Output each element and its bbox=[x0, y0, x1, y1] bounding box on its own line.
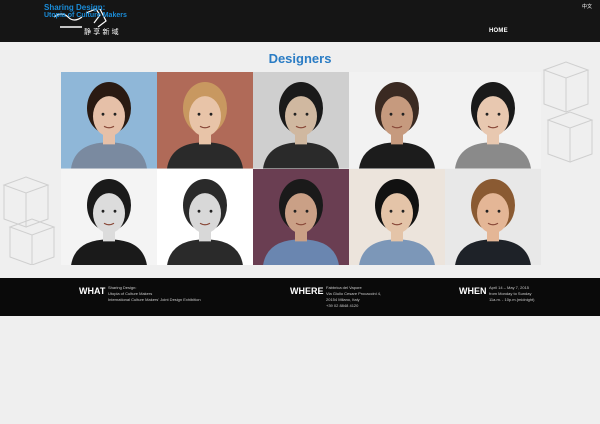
footer-where-text: Fabbrica del Vapore Via Giulio Cesare Pr… bbox=[326, 285, 382, 308]
logo-title: Sharing Design: bbox=[44, 3, 106, 12]
portrait-photo bbox=[445, 72, 541, 169]
footer-when-label: WHEN bbox=[459, 286, 487, 296]
nav-home-link[interactable]: HOME bbox=[489, 28, 508, 34]
footer-what-label: WHAT bbox=[79, 286, 106, 296]
designer-grid bbox=[61, 72, 541, 265]
designer-portrait[interactable] bbox=[445, 168, 541, 265]
designer-portrait[interactable] bbox=[253, 168, 349, 265]
portrait-photo bbox=[61, 168, 157, 265]
page-title: Designers bbox=[268, 51, 332, 66]
decorative-cube-graphic bbox=[542, 61, 594, 163]
decorative-cube-graphic bbox=[2, 176, 56, 265]
language-switch[interactable]: 中文 bbox=[582, 3, 592, 10]
logo-subtitle: Utopia of Culture Makers bbox=[44, 12, 127, 19]
portrait-photo bbox=[253, 168, 349, 265]
footer: WHAT Sharing Design: Utopia of Culture M… bbox=[0, 278, 600, 316]
designer-portrait[interactable] bbox=[157, 168, 253, 265]
portrait-photo bbox=[157, 72, 253, 169]
footer-what-text: Sharing Design: Utopia of Culture Makers… bbox=[108, 285, 201, 302]
portrait-photo bbox=[61, 72, 157, 169]
portrait-photo bbox=[349, 168, 445, 265]
designer-portrait[interactable] bbox=[157, 72, 253, 169]
portrait-photo bbox=[349, 72, 445, 169]
designer-portrait[interactable] bbox=[445, 72, 541, 169]
portrait-photo bbox=[253, 72, 349, 169]
footer-when-text: April 14 – May 7, 2015 from Monday to Su… bbox=[489, 285, 535, 302]
top-bar: 静 享 新 域 Sharing Design: Utopia of Cultur… bbox=[0, 0, 600, 42]
designer-portrait[interactable] bbox=[349, 168, 445, 265]
designer-portrait[interactable] bbox=[253, 72, 349, 169]
svg-text:静 享 新 域: 静 享 新 域 bbox=[84, 27, 119, 36]
portrait-photo bbox=[445, 168, 541, 265]
designer-portrait[interactable] bbox=[61, 72, 157, 169]
footer-where-label: WHERE bbox=[290, 286, 324, 296]
portrait-photo bbox=[157, 168, 253, 265]
designer-portrait[interactable] bbox=[349, 72, 445, 169]
designer-portrait[interactable] bbox=[61, 168, 157, 265]
site-logo[interactable]: 静 享 新 域 Sharing Design: Utopia of Cultur… bbox=[44, 3, 127, 39]
